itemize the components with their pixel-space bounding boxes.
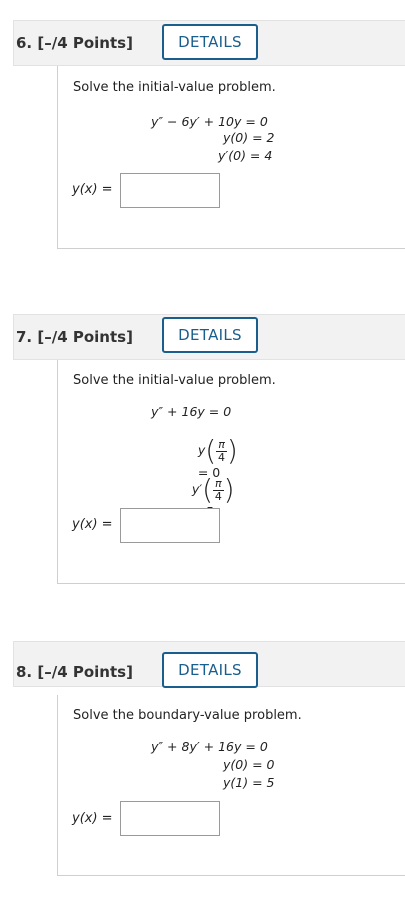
question-number: 8. [–/4 Points] xyxy=(16,663,133,681)
answer-label: y(x) = xyxy=(72,517,113,532)
differential-equation: y″ + 8y′ + 16y = 0 xyxy=(151,739,268,754)
question-prompt: Solve the boundary-value problem. xyxy=(73,708,302,723)
fraction-numerator: π xyxy=(216,437,227,452)
question-number-text: 8. xyxy=(16,663,33,681)
question-prompt: Solve the initial-value problem. xyxy=(73,80,276,95)
fraction: π4 xyxy=(216,437,227,464)
boundary-condition-2: y(1) = 5 xyxy=(223,775,275,790)
answer-label: y(x) = xyxy=(72,182,113,197)
question-number: 7. [–/4 Points] xyxy=(16,328,133,346)
condition-function: y′ xyxy=(191,481,203,497)
right-paren: ) xyxy=(223,473,235,506)
differential-equation: y″ + 16y = 0 xyxy=(151,404,232,419)
points-label: [–/4 Points] xyxy=(37,328,133,346)
question-number: 6. [–/4 Points] xyxy=(16,34,133,52)
question-prompt: Solve the initial-value problem. xyxy=(73,373,276,388)
details-button[interactable]: DETAILS xyxy=(162,24,258,60)
initial-condition-2: y′(0) = 4 xyxy=(218,148,273,163)
details-button[interactable]: DETAILS xyxy=(162,317,258,353)
boundary-condition-1: y(0) = 0 xyxy=(223,757,275,772)
initial-condition-1: y(0) = 2 xyxy=(223,130,275,145)
answer-input[interactable] xyxy=(120,801,220,836)
fraction: π4 xyxy=(213,476,224,503)
fraction-numerator: π xyxy=(213,476,224,491)
answer-label: y(x) = xyxy=(72,811,113,826)
points-label: [–/4 Points] xyxy=(37,663,133,681)
question-body: Solve the initial-value problem. y″ − 6y… xyxy=(57,66,405,249)
answer-input[interactable] xyxy=(120,173,220,208)
points-label: [–/4 Points] xyxy=(37,34,133,52)
question-number-text: 7. xyxy=(16,328,33,346)
question-number-text: 6. xyxy=(16,34,33,52)
fraction-denominator: 4 xyxy=(214,489,222,503)
question-body: Solve the boundary-value problem. y″ + 8… xyxy=(57,695,405,876)
differential-equation: y″ − 6y′ + 10y = 0 xyxy=(151,114,268,129)
question-body: Solve the initial-value problem. y″ + 16… xyxy=(57,360,405,584)
answer-input[interactable] xyxy=(120,508,220,543)
left-paren: ( xyxy=(202,473,214,506)
details-button[interactable]: DETAILS xyxy=(162,652,258,688)
